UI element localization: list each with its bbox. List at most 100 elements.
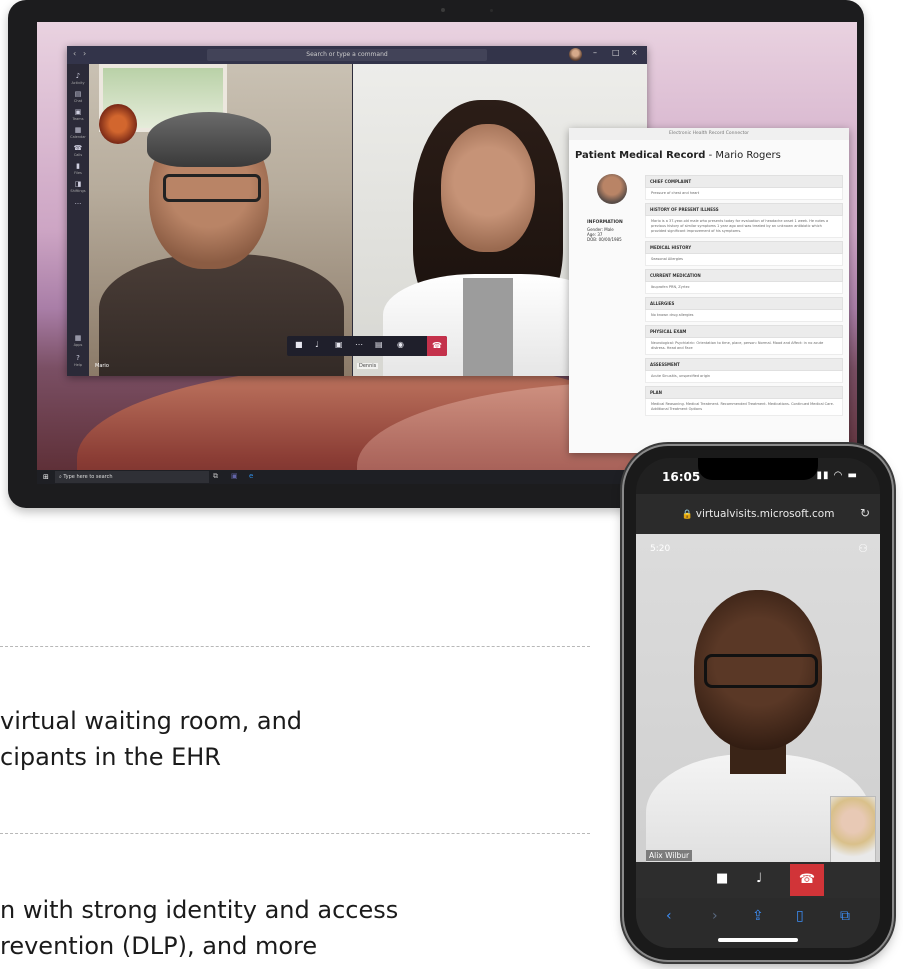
ehr-window: Electronic Health Record Connector Patie… [569, 128, 849, 453]
forward-arrow-icon[interactable]: › [83, 49, 86, 58]
call-controls: ■ ♩ ▣ ⋯ ▤ ◉ ☎ [287, 336, 447, 356]
paragraph-2-line-2: revention (DLP), and more [0, 932, 318, 960]
section-current-medication: CURRENT MEDICATION Ibuprofen PRN, Zyrtec [645, 269, 843, 294]
section-body: Pressure of chest and heart [645, 188, 843, 200]
patient-record-title: Patient Medical Record - Mario Rogers [575, 150, 781, 161]
section-heading: HISTORY OF PRESENT ILLNESS [645, 203, 843, 216]
windows-start-icon[interactable]: ⊞ [43, 473, 49, 481]
participant-glasses [704, 654, 818, 688]
divider-2 [0, 833, 590, 834]
participant-name-label: Alix Wilbur [646, 850, 693, 861]
info-heading: INFORMATION [587, 220, 623, 225]
teams-titlebar: ‹ › Search or type a command – □ × [67, 46, 647, 64]
phone-frame: 16:05 ▮▮ ◠ ▬ 🔒 virtualvisits.microsoft.co… [624, 446, 892, 960]
section-body: Mario is a 37-year-old male who presents… [645, 216, 843, 238]
phone-icon: ☎ [73, 144, 83, 152]
user-avatar[interactable] [569, 48, 582, 61]
rail-teams[interactable]: ▣ Teams [67, 108, 89, 121]
section-heading: CHIEF COMPLAINT [645, 175, 843, 188]
apps-icon: ▦ [74, 334, 82, 342]
section-heading: ASSESSMENT [645, 358, 843, 371]
rail-files[interactable]: ▮ Files [67, 162, 89, 175]
forward-icon[interactable]: › [712, 908, 718, 924]
section-physical-exam: PHYSICAL EXAM Neurological: Psychiatric:… [645, 325, 843, 355]
lock-icon: 🔒 [681, 510, 693, 520]
back-arrow-icon[interactable]: ‹ [73, 49, 76, 58]
command-search-input[interactable]: Search or type a command [207, 49, 487, 61]
phone-notch [698, 458, 818, 480]
shifts-icon: ◨ [74, 180, 82, 188]
edge-icon[interactable]: e [249, 472, 253, 480]
minimize-icon[interactable]: – [593, 48, 597, 57]
close-icon[interactable]: × [631, 48, 638, 57]
url-field[interactable]: 🔒 virtualvisits.microsoft.com [636, 508, 880, 520]
mic-icon[interactable]: ♩ [756, 871, 762, 886]
rail-help[interactable]: ? Help [67, 354, 89, 367]
doctor-shirt [463, 278, 513, 376]
patient-record-title-bold: Patient Medical Record [575, 150, 706, 161]
chat-icon: ▤ [74, 90, 82, 98]
hang-up-button[interactable]: ☎ [427, 336, 447, 356]
status-time: 16:05 [662, 470, 701, 484]
back-icon[interactable]: ‹ [666, 908, 672, 924]
chat-toggle-icon[interactable]: ▤ [375, 340, 383, 349]
patient-info: INFORMATION Gender: Male Age: 37 DOB: 00… [587, 220, 637, 242]
rail-calls[interactable]: ☎ Calls [67, 144, 89, 157]
rail-apps[interactable]: ▦ Apps [67, 334, 89, 347]
participants-icon[interactable]: ◉ [397, 340, 404, 349]
more-options-icon[interactable]: ⋯ [355, 340, 363, 349]
video-tile-mario [89, 64, 352, 376]
signal-wifi-battery-icon: ▮▮ ◠ ▬ [816, 470, 858, 481]
more-icon: ... [74, 198, 82, 206]
laptop-frame: ‹ › Search or type a command – □ × ♪ Acti… [8, 0, 864, 508]
background-vase [99, 104, 137, 144]
section-body: No known drug allergies [645, 310, 843, 322]
ehr-window-title: Electronic Health Record Connector [569, 128, 849, 140]
teams-app-rail: ♪ Activity ▤ Chat ▣ Teams ▦ Calendar ☎ Calls … [67, 64, 89, 376]
section-heading: CURRENT MEDICATION [645, 269, 843, 282]
section-body: Medical Reasoning. Medical Treatment. Re… [645, 399, 843, 416]
reload-icon[interactable]: ↻ [860, 506, 870, 520]
rail-chat[interactable]: ▤ Chat [67, 90, 89, 103]
laptop-sensor [490, 9, 493, 12]
call-timer: 5:20 [650, 544, 671, 554]
share-icon[interactable]: ▣ [335, 340, 343, 349]
section-plan: PLAN Medical Reasoning. Medical Treatmen… [645, 386, 843, 416]
patient-name: - Mario Rogers [705, 150, 781, 161]
divider-1 [0, 646, 590, 647]
participant-body [99, 254, 344, 376]
maximize-icon[interactable]: □ [612, 48, 620, 57]
rail-activity[interactable]: ♪ Activity [67, 72, 89, 85]
home-indicator[interactable] [718, 938, 798, 942]
camera-icon[interactable]: ■ [716, 871, 728, 886]
ehr-sections: CHIEF COMPLAINT Pressure of chest and he… [645, 172, 843, 416]
teams-taskbar-icon[interactable]: ▣ [231, 472, 238, 480]
taskbar-search-input[interactable]: ⌕ Type here to search [55, 471, 209, 483]
laptop-camera [441, 8, 445, 12]
paragraph-2-line-1: n with strong identity and access [0, 896, 399, 924]
mic-icon[interactable]: ♩ [315, 340, 319, 349]
section-assessment: ASSESSMENT Acute Sinusitis, unspecified … [645, 358, 843, 383]
rail-more[interactable]: ... [67, 198, 89, 206]
section-heading: PHYSICAL EXAM [645, 325, 843, 338]
task-view-icon[interactable]: ⧉ [213, 472, 218, 481]
section-body: Seasonal Allergies [645, 254, 843, 266]
hang-up-icon: ☎ [432, 341, 442, 350]
teams-icon: ▣ [74, 108, 82, 116]
participants-icon[interactable]: ⚇ [858, 542, 868, 555]
section-body: Ibuprofen PRN, Zyrtec [645, 282, 843, 294]
hang-up-button[interactable]: ☎ [790, 864, 824, 896]
paragraph-1-line-2: cipants in the EHR [0, 743, 221, 771]
tabs-icon[interactable]: ⧉ [840, 908, 850, 924]
status-bar: 16:05 ▮▮ ◠ ▬ [636, 458, 880, 494]
rail-calendar[interactable]: ▦ Calendar [67, 126, 89, 139]
share-icon[interactable]: ⇪ [752, 908, 764, 924]
section-allergies: ALLERGIES No known drug allergies [645, 297, 843, 322]
paragraph-1-line-1: virtual waiting room, and [0, 707, 303, 735]
bookmarks-icon[interactable]: ▯ [796, 908, 804, 924]
file-icon: ▮ [76, 162, 80, 170]
camera-icon[interactable]: ■ [295, 340, 303, 349]
rail-shifts[interactable]: ◨ Shiftings [67, 180, 89, 193]
self-view-thumbnail[interactable] [830, 796, 876, 868]
browser-address-bar[interactable]: 🔒 virtualvisits.microsoft.com ↻ [636, 494, 880, 534]
